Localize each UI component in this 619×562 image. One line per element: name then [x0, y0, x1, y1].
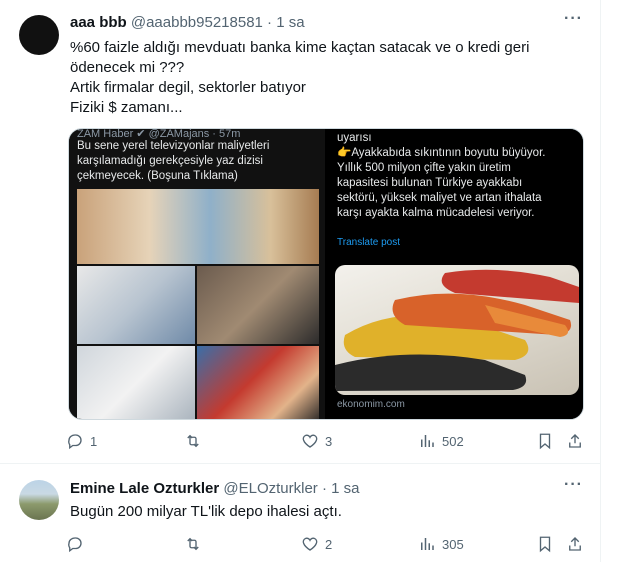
bookmark-icon: [539, 433, 551, 450]
more-icon[interactable]: ···: [564, 10, 583, 28]
retweet-button[interactable]: [184, 432, 208, 450]
reply-count: 1: [90, 433, 98, 449]
tweet-text: %60 faizle aldığı mevduatı banka kime ka…: [70, 38, 590, 118]
views-button[interactable]: 502: [418, 432, 464, 450]
tweet-text-line: Artik firmalar degil, sektorler batıyor: [70, 79, 306, 96]
shoes-image: [335, 265, 579, 395]
tweet-actions: 1 3 502: [66, 432, 586, 452]
retweet-button[interactable]: [184, 535, 208, 553]
reply-icon: [68, 434, 82, 450]
tv-series-collage-image: [77, 189, 319, 419]
like-button[interactable]: 2: [301, 535, 332, 553]
tweet-text: Bugün 200 milyar TL'lik depo ihalesi açt…: [70, 502, 342, 522]
tweet-text-line: Bugün 200 milyar TL'lik depo ihalesi açt…: [70, 503, 342, 520]
tweet-header: aaa bbb @aaabbb95218581 · 1 sa: [70, 13, 305, 33]
like-count: 3: [325, 433, 333, 449]
quoted-line: kapasitesi bulunan Türkiye ayakkabı: [337, 177, 523, 189]
tweet-text-line: %60 faizle aldığı mevduatı banka kime ka…: [70, 39, 530, 56]
bookmark-button[interactable]: [536, 432, 554, 450]
quoted-text-right: uyarısı 👉Ayakkabıda sıkıntının boyutu bü…: [337, 131, 581, 221]
quoted-post-image-left[interactable]: ZAM Haber ✔ @ZAMajans · 57m Bu sene yere…: [69, 129, 325, 419]
author-name[interactable]: Emine Lale Ozturkler: [70, 480, 219, 497]
avatar[interactable]: [19, 15, 59, 55]
tweet-divider: [0, 463, 600, 464]
views-icon: [421, 538, 434, 550]
share-button[interactable]: [566, 432, 584, 450]
author-meta[interactable]: @ELOzturkler · 1 sa: [223, 480, 359, 497]
views-count: 305: [442, 536, 464, 552]
reply-icon: [68, 537, 82, 553]
like-icon: [302, 434, 318, 448]
share-icon: [569, 537, 581, 551]
tweet-media[interactable]: ZAM Haber ✔ @ZAMajans · 57m Bu sene yere…: [68, 128, 584, 420]
quoted-text: Bu sene yerel televizyonlar maliyetleri …: [77, 140, 270, 182]
tweet-actions: 2 305: [66, 535, 586, 555]
link-source: ekonomim.com: [337, 399, 405, 410]
like-button[interactable]: 3: [301, 432, 332, 450]
reply-button[interactable]: 1: [66, 432, 97, 450]
author-meta[interactable]: @aaabbb95218581 · 1 sa: [131, 14, 305, 31]
author-name[interactable]: aaa bbb: [70, 14, 127, 31]
bookmark-button[interactable]: [536, 535, 554, 553]
reply-button[interactable]: [66, 535, 90, 553]
tweet-text-line: Fiziki $ zamanı...: [70, 99, 183, 116]
tweet-text-line: ödenecek mi ???: [70, 59, 185, 76]
views-icon: [421, 435, 434, 447]
column-border: [600, 0, 601, 562]
translate-post-link[interactable]: Translate post: [337, 237, 400, 248]
quoted-line: sektörü, yüksek maliyet ve artan ithalat…: [337, 192, 542, 204]
quoted-line: karşı ayakta kalma mücadelesi veriyor.: [337, 207, 535, 219]
quoted-line: uyarısı: [337, 132, 372, 144]
retweet-icon: [187, 434, 199, 448]
views-count: 502: [442, 433, 464, 449]
share-icon: [569, 434, 581, 448]
quoted-post-image-right[interactable]: uyarısı 👉Ayakkabıda sıkıntının boyutu bü…: [329, 129, 583, 419]
quoted-line: 👉Ayakkabıda sıkıntının boyutu büyüyor.: [337, 147, 546, 159]
retweet-icon: [187, 537, 199, 551]
views-button[interactable]: 305: [418, 535, 464, 553]
like-icon: [302, 537, 318, 551]
avatar[interactable]: [19, 480, 59, 520]
like-count: 2: [325, 536, 333, 552]
quoted-line: Yıllık 500 milyon çifte yakın üretim: [337, 162, 511, 174]
share-button[interactable]: [566, 535, 584, 553]
bookmark-icon: [539, 536, 551, 553]
more-icon[interactable]: ···: [564, 476, 583, 494]
tweet-header: Emine Lale Ozturkler @ELOzturkler · 1 sa: [70, 479, 360, 499]
